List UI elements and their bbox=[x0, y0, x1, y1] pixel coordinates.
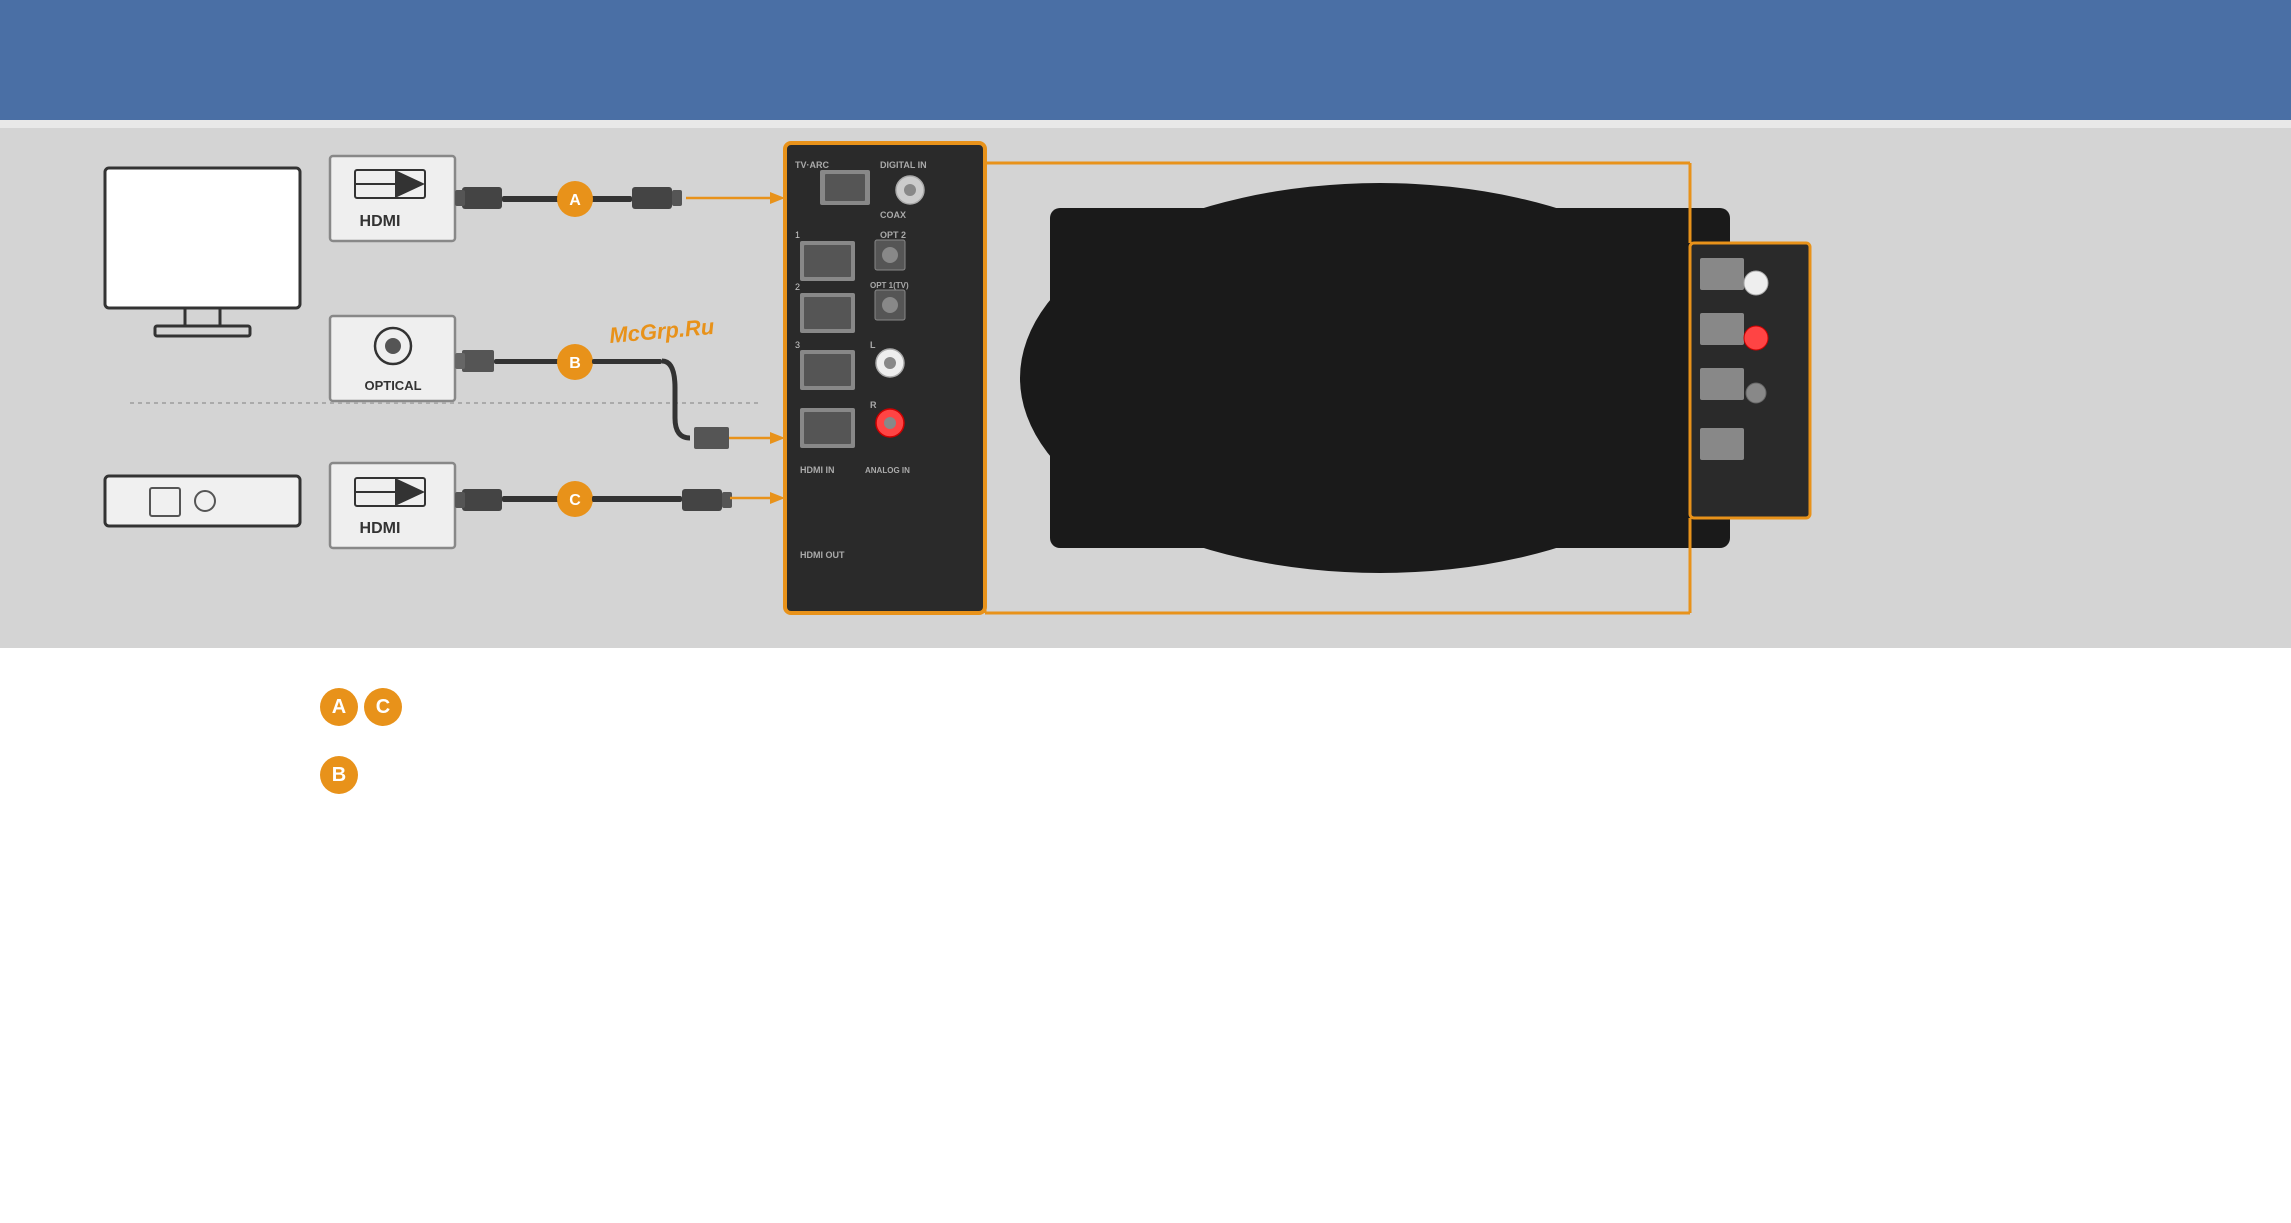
svg-text:B: B bbox=[569, 355, 581, 372]
svg-text:R: R bbox=[870, 400, 877, 410]
separator-line bbox=[0, 120, 2291, 128]
instruction-row-b: B bbox=[320, 756, 1971, 794]
svg-text:TV·ARC: TV·ARC bbox=[795, 160, 829, 170]
svg-text:2: 2 bbox=[795, 282, 800, 292]
top-banner bbox=[0, 0, 2291, 120]
text-section: A C B bbox=[0, 648, 2291, 848]
badge-b: B bbox=[320, 756, 358, 794]
svg-text:C: C bbox=[569, 492, 581, 509]
badge-group-b: B bbox=[320, 756, 400, 794]
badge-a: A bbox=[320, 688, 358, 726]
svg-text:ANALOG IN: ANALOG IN bbox=[865, 466, 910, 475]
svg-text:HDMI: HDMI bbox=[360, 520, 401, 537]
svg-text:OPT 2: OPT 2 bbox=[880, 230, 906, 240]
svg-text:McGrp.Ru: McGrp.Ru bbox=[608, 314, 715, 348]
svg-text:1: 1 bbox=[795, 230, 800, 240]
svg-text:3: 3 bbox=[795, 340, 800, 350]
svg-text:OPTICAL: OPTICAL bbox=[364, 378, 421, 393]
svg-text:DIGITAL IN: DIGITAL IN bbox=[880, 160, 927, 170]
svg-text:HDMI IN: HDMI IN bbox=[800, 465, 835, 475]
badge-group-ac: A C bbox=[320, 688, 402, 726]
diagram-svg: HDMI OPTICAL HDMI A bbox=[0, 128, 2291, 648]
svg-text:COAX: COAX bbox=[880, 210, 906, 220]
svg-text:HDMI OUT: HDMI OUT bbox=[800, 550, 845, 560]
badge-c: C bbox=[364, 688, 402, 726]
svg-text:A: A bbox=[569, 192, 581, 209]
svg-text:OPT 1(TV): OPT 1(TV) bbox=[870, 281, 909, 290]
svg-text:L: L bbox=[870, 340, 876, 350]
diagram-area: HDMI OPTICAL HDMI A bbox=[0, 128, 2291, 648]
svg-text:HDMI: HDMI bbox=[360, 213, 401, 230]
instruction-row-ac: A C bbox=[320, 688, 1971, 726]
